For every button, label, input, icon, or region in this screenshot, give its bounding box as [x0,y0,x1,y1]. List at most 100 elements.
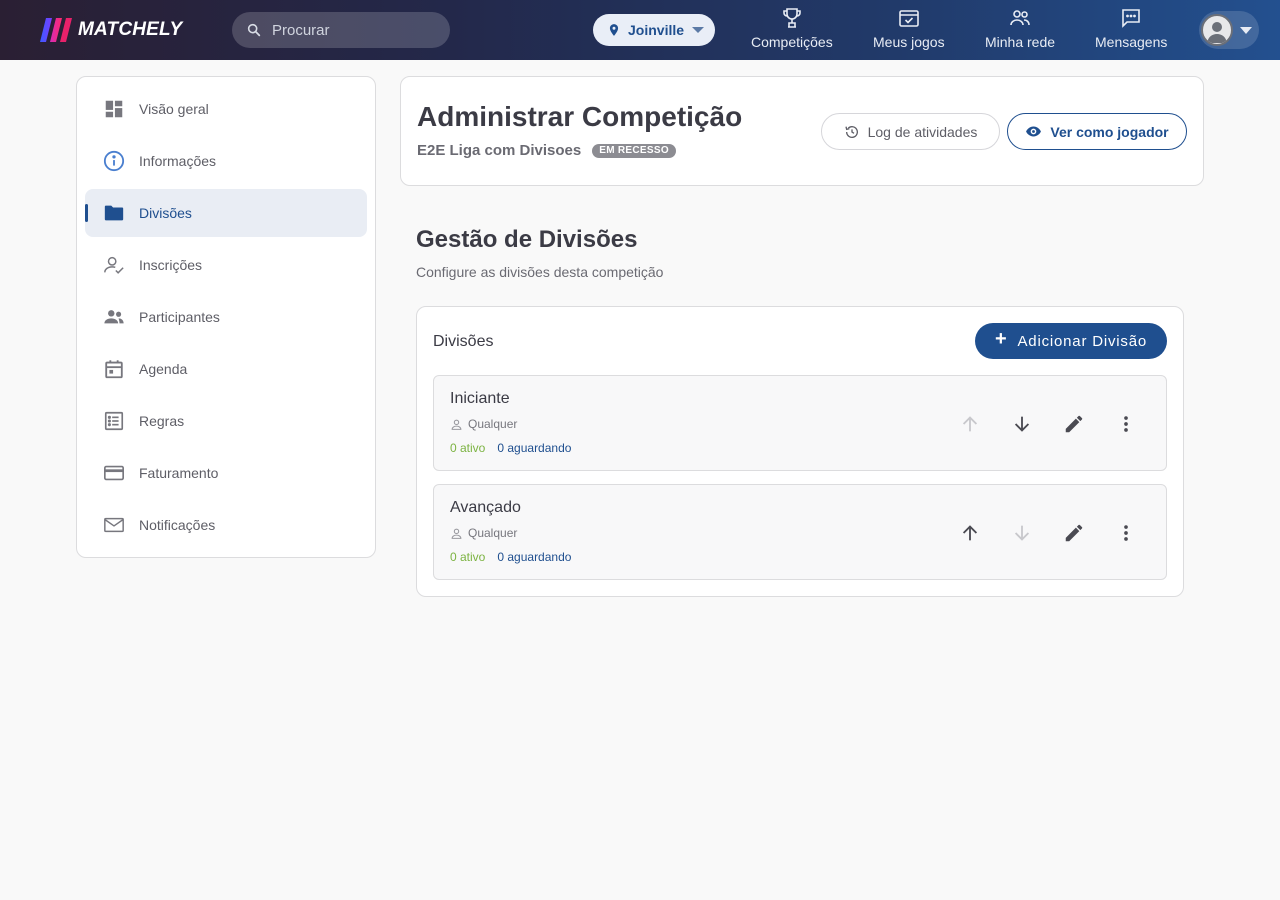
avatar [1201,14,1233,46]
sidebar-item-notificacoes[interactable]: Notificações [85,501,367,549]
division-level: Qualquer [450,526,517,540]
sidebar-item-label: Agenda [139,361,188,377]
nav-competicoes[interactable]: Competições [751,6,833,54]
history-icon [844,125,858,138]
sidebar-item-label: Informações [139,153,217,169]
division-level: Qualquer [450,417,517,431]
move-up-button[interactable] [956,410,984,438]
nav-minha-rede[interactable]: Minha rede [985,6,1055,54]
button-label: Adicionar Divisão [1017,332,1147,350]
arrow-down-icon [1014,525,1030,541]
top-navbar: MATCHELY Joinville Competições Meus jogo… [0,0,1280,60]
waiting-count: 0 aguardando [497,441,572,455]
more-options-button[interactable] [1112,410,1140,438]
credit-card-icon [104,465,124,481]
more-options-button[interactable] [1112,519,1140,547]
division-stats: 0 ativo 0 aguardando [450,550,571,564]
active-count: 0 ativo [450,550,486,564]
list-icon [104,411,124,431]
location-pin-icon [609,24,619,36]
divisions-card: Divisões + Adicionar Divisão Iniciante Q… [416,306,1184,597]
move-down-button[interactable] [1008,519,1036,547]
more-vertical-icon [1124,416,1128,432]
competition-name: E2E Liga com Divisoes [417,142,582,159]
eye-icon [1026,126,1042,137]
search-bar[interactable] [232,12,450,48]
arrow-down-icon [1014,416,1030,432]
brand-logo[interactable]: MATCHELY [36,18,182,42]
plus-icon: + [995,328,1008,350]
chevron-down-icon [692,27,705,33]
division-level-label: Qualquer [468,417,518,431]
trophy-icon [783,8,801,28]
chevron-down-icon [1240,26,1252,34]
nav-label: Mensagens [1095,34,1168,50]
user-avatar-icon [1207,22,1227,43]
calendar-icon [105,360,123,379]
division-stats: 0 ativo 0 aguardando [450,441,571,455]
button-label: Log de atividades [867,123,978,140]
pencil-icon [1065,415,1083,433]
competition-subtitle: E2E Liga com Divisoes EM RECESSO [417,142,676,159]
dashboard-icon [105,100,123,118]
activity-log-button[interactable]: Log de atividades [821,113,1000,150]
sidebar-item-label: Divisões [139,205,192,221]
arrow-up-icon [962,525,978,541]
city-label: Joinville [628,22,685,38]
division-name: Iniciante [450,390,510,407]
folder-icon [104,205,124,221]
move-up-button[interactable] [956,519,984,547]
pencil-icon [1065,524,1083,542]
brand-name: MATCHELY [78,19,183,40]
info-icon [103,150,125,172]
chat-icon [1122,9,1140,28]
nav-meus-jogos[interactable]: Meus jogos [873,6,945,54]
group-icon [104,310,124,324]
sidebar-item-label: Notificações [139,517,216,533]
page-title: Administrar Competição [417,101,743,132]
button-label: Ver como jogador [1050,123,1169,140]
calendar-check-icon [898,10,919,27]
competition-header-card: Administrar Competição E2E Liga com Divi… [400,76,1204,186]
sidebar-item-inscricoes[interactable]: Inscrições [85,241,367,289]
edit-button[interactable] [1060,410,1088,438]
sidebar-item-regras[interactable]: Regras [85,397,367,445]
status-badge: EM RECESSO [592,143,676,158]
division-name: Avançado [450,499,521,516]
mail-icon [104,517,124,533]
division-row: Avançado Qualquer 0 ativo 0 aguardando [433,484,1167,580]
city-selector[interactable]: Joinville [593,14,715,46]
user-menu[interactable] [1199,11,1259,49]
nav-label: Competições [751,34,833,50]
sidebar-item-label: Inscrições [139,257,203,273]
arrow-up-icon [962,416,978,432]
logo-mark-icon [40,18,72,42]
sidebar-item-divisoes[interactable]: Divisões [85,189,367,237]
nav-label: Minha rede [985,34,1056,50]
division-level-label: Qualquer [468,526,518,540]
person-check-icon [104,256,124,274]
sidebar-item-faturamento[interactable]: Faturamento [85,449,367,497]
sidebar-item-visao-geral[interactable]: Visão geral [85,85,367,133]
sidebar-item-participantes[interactable]: Participantes [85,293,367,341]
section-title: Gestão de Divisões [416,226,638,253]
view-as-player-button[interactable]: Ver como jogador [1007,113,1187,150]
sidebar-item-label: Participantes [139,309,220,325]
search-input[interactable] [272,21,432,39]
nav-label: Meus jogos [873,34,945,50]
sidebar-item-label: Faturamento [139,465,219,481]
move-down-button[interactable] [1008,410,1036,438]
nav-mensagens[interactable]: Mensagens [1095,6,1167,54]
person-outline-icon [451,528,462,539]
people-icon [1010,10,1030,26]
edit-button[interactable] [1060,519,1088,547]
add-division-button[interactable]: + Adicionar Divisão [975,323,1167,359]
active-count: 0 ativo [450,441,486,455]
admin-sidebar: Visão geral Informações Divisões Inscriç… [76,76,376,558]
division-row: Iniciante Qualquer 0 ativo 0 aguardando [433,375,1167,471]
search-icon [247,23,261,37]
more-vertical-icon [1124,525,1128,541]
sidebar-item-agenda[interactable]: Agenda [85,345,367,393]
sidebar-item-informacoes[interactable]: Informações [85,137,367,185]
sidebar-item-label: Visão geral [139,101,209,117]
